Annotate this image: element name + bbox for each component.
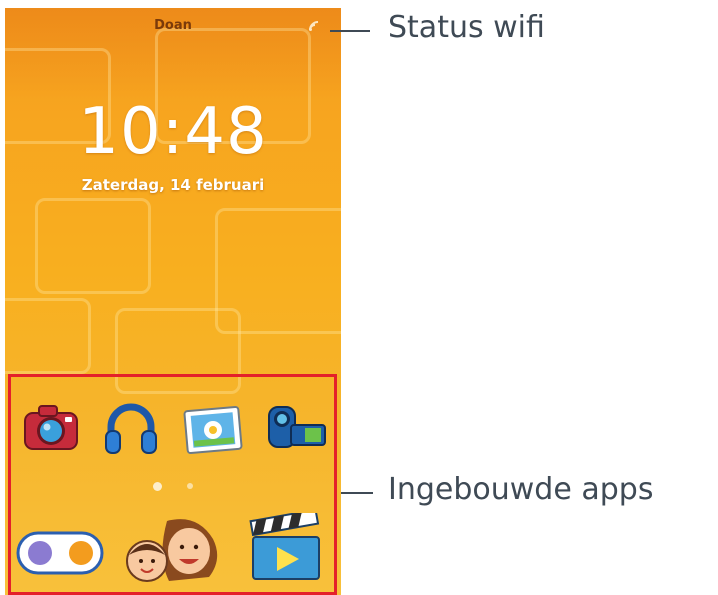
wifi-icon <box>309 21 319 31</box>
background-decoration <box>35 198 151 294</box>
family-faces-icon[interactable] <box>119 515 229 587</box>
background-decoration <box>5 298 91 374</box>
carrier-label: Doan <box>154 18 192 33</box>
apps-callout-line <box>341 492 373 494</box>
apps-highlight-frame <box>8 374 337 595</box>
apps-callout-label: Ingebouwde apps <box>388 472 654 507</box>
clapperboard-icon[interactable] <box>247 513 325 583</box>
lockscreen-date: Zaterdag, 14 februari <box>81 176 265 194</box>
page-indicator-inactive <box>187 483 193 489</box>
wifi-callout-line <box>330 30 370 32</box>
video-camera-icon[interactable] <box>263 401 331 455</box>
gamepad-icon[interactable] <box>15 527 105 579</box>
lockscreen-time: 10:48 <box>78 95 268 169</box>
headphones-icon[interactable] <box>103 399 159 457</box>
photo-icon[interactable] <box>183 403 245 455</box>
camera-icon[interactable] <box>21 403 81 453</box>
wifi-callout-label: Status wifi <box>388 10 545 45</box>
page-indicator-active <box>153 482 162 491</box>
